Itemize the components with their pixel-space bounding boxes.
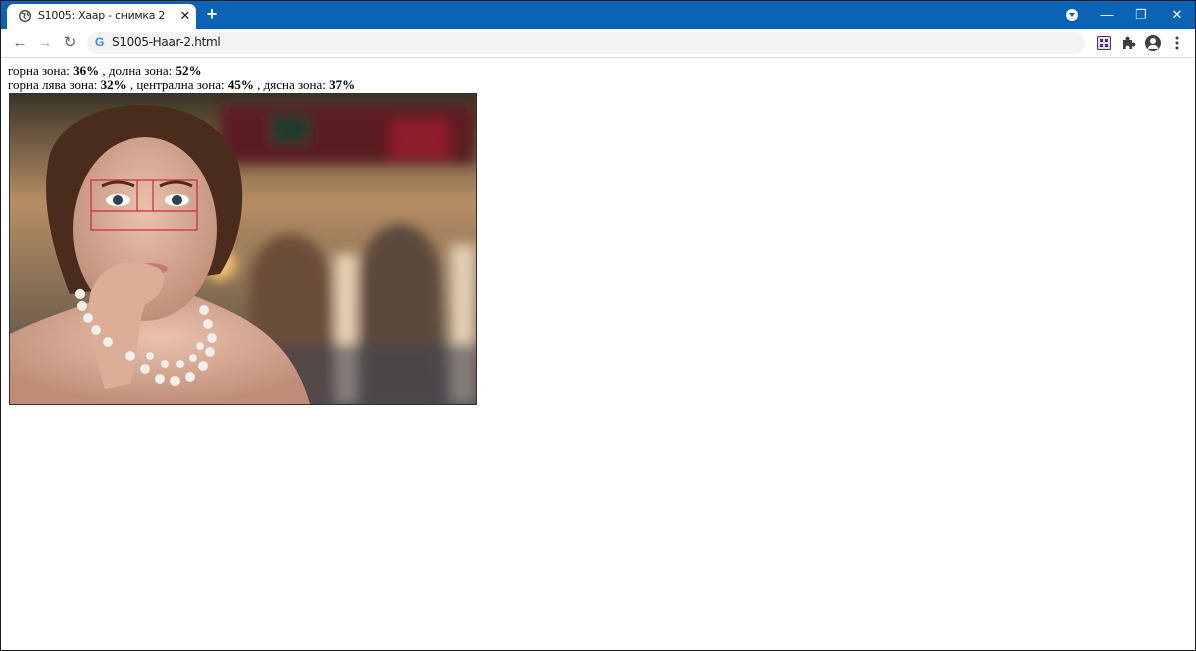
account-icon[interactable] bbox=[1145, 35, 1161, 51]
toolbar: ← → ↻ G S1005-Haar-2.html bbox=[1, 29, 1195, 58]
right-zone-label: дясна зона: bbox=[263, 77, 326, 92]
top-left-zone-value: 32% bbox=[100, 77, 127, 92]
back-button[interactable]: ← bbox=[10, 33, 30, 53]
restore-button[interactable]: ❐ bbox=[1130, 5, 1152, 25]
portrait-image bbox=[10, 94, 476, 404]
bottom-zone-value: 52% bbox=[175, 63, 202, 78]
qr-extension-icon[interactable] bbox=[1097, 36, 1111, 50]
address-bar[interactable]: G S1005-Haar-2.html bbox=[87, 32, 1085, 54]
tab-active[interactable]: S1005: Хаар - снимка 2 ✕ bbox=[7, 4, 196, 29]
browser-window: S1005: Хаар - снимка 2 ✕ + — ❐ ✕ ← → ↻ G… bbox=[0, 0, 1196, 651]
top-left-zone-label: горна лява зона: bbox=[8, 77, 98, 92]
puzzle-icon[interactable] bbox=[1120, 35, 1136, 51]
profile-menu-icon[interactable] bbox=[1066, 9, 1078, 21]
right-zone-value: 37% bbox=[329, 77, 356, 92]
url-text[interactable]: S1005-Haar-2.html bbox=[112, 35, 221, 49]
forward-button[interactable]: → bbox=[35, 33, 55, 53]
tab-title: S1005: Хаар - снимка 2 bbox=[38, 9, 166, 22]
kebab-menu-icon[interactable] bbox=[1169, 35, 1185, 51]
zone-summary-line: горна зона: 36% , долна зона: 52% bbox=[8, 64, 355, 78]
haar-photo bbox=[9, 93, 477, 405]
top-zone-label: горна зона: bbox=[8, 63, 70, 78]
center-zone-label: централна зона: bbox=[136, 77, 225, 92]
reload-button[interactable]: ↻ bbox=[60, 33, 80, 53]
page-content: горна зона: 36% , долна зона: 52% горна … bbox=[8, 64, 355, 92]
zone-detail-line: горна лява зона: 32% , централна зона: 4… bbox=[8, 78, 355, 92]
close-icon[interactable]: ✕ bbox=[177, 8, 193, 24]
top-zone-value: 36% bbox=[73, 63, 100, 78]
minimize-button[interactable]: — bbox=[1096, 5, 1118, 25]
plus-icon[interactable]: + bbox=[204, 5, 220, 23]
separator: , bbox=[257, 77, 261, 92]
bottom-zone-label: долна зона: bbox=[108, 63, 173, 78]
separator: , bbox=[102, 63, 106, 78]
globe-icon bbox=[19, 10, 31, 22]
separator: , bbox=[129, 77, 134, 92]
title-bar: S1005: Хаар - снимка 2 ✕ + — ❐ ✕ bbox=[1, 1, 1195, 29]
center-zone-value: 45% bbox=[227, 77, 254, 92]
google-icon: G bbox=[95, 35, 105, 49]
close-window-button[interactable]: ✕ bbox=[1166, 5, 1188, 25]
